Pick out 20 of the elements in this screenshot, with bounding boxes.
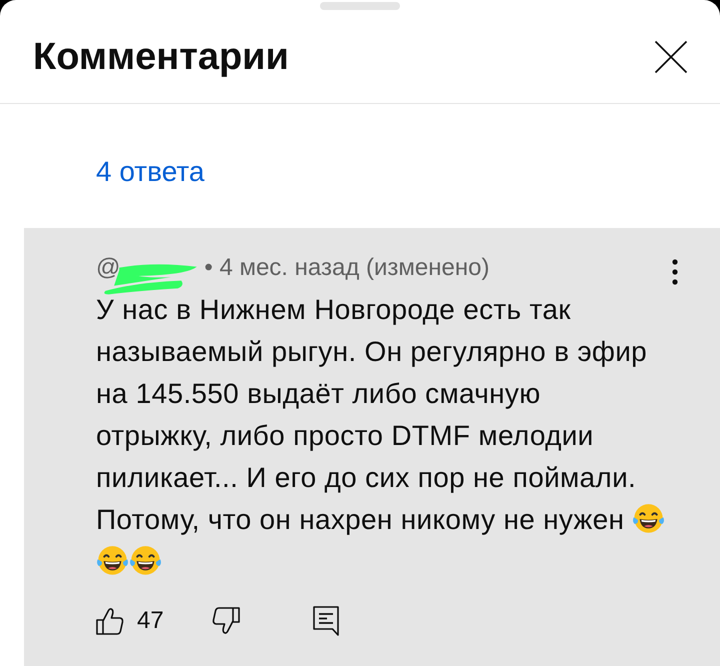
- comment-author[interactable]: @: [96, 253, 120, 283]
- sheet-title: Комментарии: [33, 34, 289, 78]
- close-icon: [654, 40, 688, 74]
- more-vertical-icon: [672, 259, 678, 285]
- replies-link[interactable]: 4 ответа: [96, 154, 204, 190]
- comment-text: У нас в Нижнем Новгороде есть так называемый рыгун. Он регулярно в эфир на 145.550 выдаёт либо смачную отрыжку, либо просто DTMF мелодии пиликает... И его до сих пор не поймали.: [96, 293, 648, 495]
- comment-text: Потому, что он нахрен никому не нужен: [96, 504, 624, 535]
- drag-handle[interactable]: [320, 2, 400, 10]
- reply-button[interactable]: [312, 606, 339, 636]
- more-options-button[interactable]: [670, 257, 680, 287]
- comment-meta: • 4 мес. назад (изменено): [204, 253, 490, 283]
- dislike-button[interactable]: [212, 607, 240, 635]
- laughing-emoji-icon: [129, 545, 162, 577]
- comment-icon: [312, 606, 339, 636]
- thumbs-up-icon: [96, 607, 124, 635]
- thumbs-down-icon: [212, 607, 240, 635]
- laughing-emoji-icon: [96, 545, 129, 577]
- laughing-emoji-icon: [632, 503, 666, 535]
- close-button[interactable]: [654, 40, 688, 74]
- like-button[interactable]: 47: [96, 603, 164, 639]
